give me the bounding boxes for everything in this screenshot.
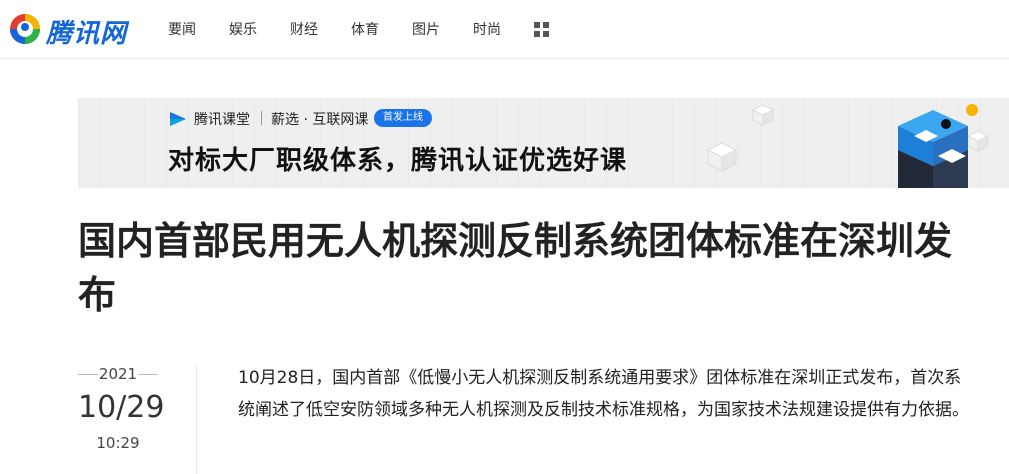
nav-item-pictures[interactable]: 图片 — [412, 19, 440, 39]
main-nav: 要闻 娱乐 财经 体育 图片 时尚 — [168, 0, 549, 58]
nav-item-news[interactable]: 要闻 — [168, 19, 196, 39]
logo-text: 腾讯网 — [46, 19, 128, 49]
tencent-classroom-logo-icon — [170, 112, 186, 126]
nav-item-entertainment[interactable]: 娱乐 — [229, 19, 257, 39]
date-time: 10:29 — [96, 434, 140, 452]
publish-date: 2021 10/29 10:29 — [78, 364, 165, 452]
nav-item-sports[interactable]: 体育 — [351, 19, 379, 39]
more-grid-icon[interactable] — [534, 22, 549, 37]
ad-banner[interactable]: 腾讯课堂 薪选 · 互联网课 首发上线 对标大厂职级体系，腾讯认证优选好课 — [78, 98, 1009, 188]
date-day: 10/29 — [78, 390, 165, 425]
date-year: 2021 — [78, 364, 158, 384]
banner-3d-blocks-illustration — [706, 104, 990, 188]
article-paragraph: 10月28日，国内首部《低慢小无人机探测反制系统通用要求》团体标准在深圳正式发布… — [238, 368, 969, 420]
banner-subtitle: 薪选 · 互联网课 — [271, 112, 369, 128]
banner-brand: 腾讯课堂 — [194, 112, 250, 128]
banner-separator — [261, 111, 262, 125]
banner-headline: 对标大厂职级体系，腾讯认证优选好课 — [168, 146, 628, 176]
tencent-logo-icon — [10, 14, 40, 44]
article-title: 国内首部民用无人机探测反制系统团体标准在深圳发布 — [78, 219, 953, 317]
banner-badge: 首发上线 — [374, 109, 432, 127]
date-divider — [196, 366, 197, 474]
nav-item-finance[interactable]: 财经 — [290, 19, 318, 39]
tencent-news-logo[interactable]: 腾讯网 — [8, 10, 148, 49]
nav-item-fashion[interactable]: 时尚 — [473, 19, 501, 39]
top-navigation-bar: 腾讯网 要闻 娱乐 财经 体育 图片 时尚 — [0, 0, 1009, 59]
